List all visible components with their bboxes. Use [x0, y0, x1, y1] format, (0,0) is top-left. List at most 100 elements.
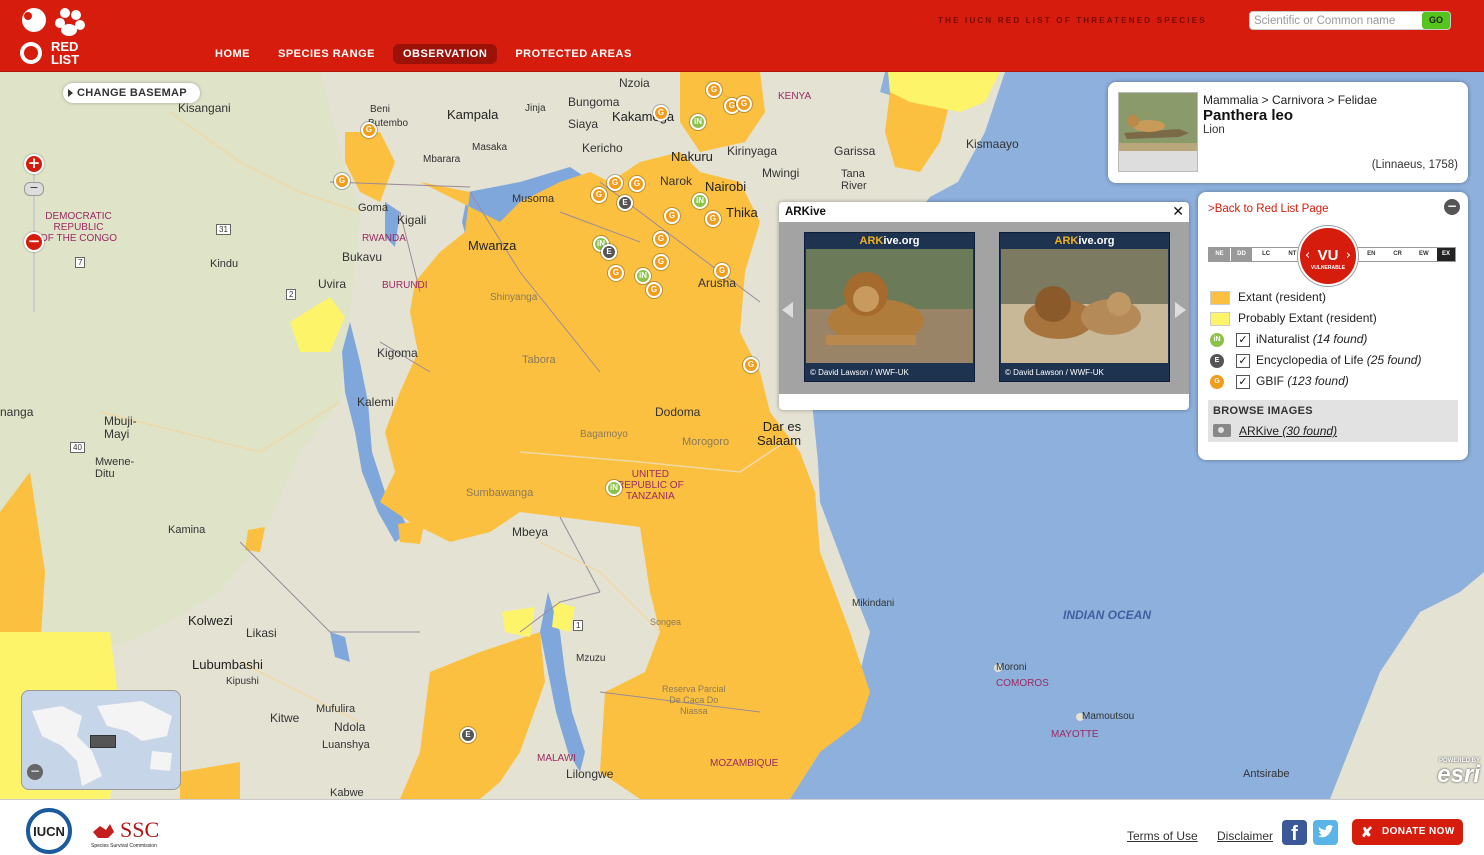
map-label-mamoutsou: Mamoutsou — [1082, 711, 1135, 722]
arkive-photo[interactable]: ARKive.org © David Lawson / WWF-UK — [999, 232, 1170, 382]
map-label-mozambique: MOZAMBIQUE — [710, 758, 779, 769]
nav-home[interactable]: HOME — [205, 44, 260, 64]
ssc-logo[interactable]: SSC Species Survival Commission — [90, 814, 182, 850]
photo-credit: © David Lawson / WWF-UK — [1005, 368, 1104, 377]
arkive-link-count: (30 found) — [1282, 424, 1338, 438]
terms-of-use-link[interactable]: Terms of Use — [1127, 829, 1198, 843]
gbif-marker[interactable]: G — [705, 211, 721, 227]
gallery-prev-arrow-icon[interactable] — [782, 302, 793, 318]
svg-text:LIST: LIST — [51, 52, 79, 66]
map-label-rwanda: RWANDA — [362, 233, 406, 244]
donate-button[interactable]: ✘ DONATE NOW — [1352, 819, 1463, 845]
map-label-shinyanga: Shinyanga — [490, 292, 538, 303]
nav-protected-areas[interactable]: PROTECTED AREAS — [505, 44, 642, 64]
arkive-popup: ARKive ✕ ARKive.org © David Lawson / WWF… — [779, 202, 1189, 410]
red-list-map-app: RED LIST THE IUCN RED LIST OF THREATENED… — [0, 0, 1484, 855]
status-label: VULNERABLE — [1310, 265, 1346, 271]
lion-photo — [1119, 93, 1197, 171]
gbif-marker[interactable]: G — [653, 105, 669, 121]
gbif-marker[interactable]: G — [714, 263, 730, 279]
inaturalist-marker[interactable]: iN — [692, 193, 708, 209]
map-label-kindu: Kindu — [210, 258, 239, 270]
arkive-link-label: ARKive — [1239, 424, 1280, 438]
map-label-moroni: Moroni — [996, 662, 1027, 673]
map-label-kamina: Kamina — [168, 524, 206, 536]
change-basemap-button[interactable]: CHANGE BASEMAP — [63, 83, 200, 103]
map-label-masaka: Masaka — [472, 142, 508, 153]
arkive-photo[interactable]: ARKive.org © David Lawson / WWF-UK — [804, 232, 975, 382]
zoom-out-button[interactable]: − — [24, 232, 44, 252]
gbif-checkbox[interactable]: ✓ — [1236, 374, 1250, 389]
road-marker-1: 1 — [573, 620, 584, 631]
map-label-kisangani: Kisangani — [178, 101, 231, 115]
gbif-marker[interactable]: G — [743, 357, 759, 373]
disclaimer-link[interactable]: Disclaimer — [1217, 829, 1273, 843]
category-ex: EX — [1436, 248, 1455, 261]
map-label-kirinyaga: Kirinyaga — [727, 144, 778, 158]
facebook-icon[interactable]: f — [1282, 820, 1307, 845]
eol-marker[interactable]: E — [460, 727, 476, 743]
eol-checkbox[interactable]: ✓ — [1236, 353, 1250, 368]
map-label-narok: Narok — [660, 174, 693, 188]
gbif-marker[interactable]: G — [334, 173, 350, 189]
eol-marker[interactable]: E — [617, 195, 633, 211]
nav-observation[interactable]: OBSERVATION — [392, 44, 498, 64]
gbif-marker[interactable]: G — [607, 175, 623, 191]
overview-map[interactable]: − — [21, 690, 181, 790]
close-icon[interactable]: ✕ — [1172, 204, 1184, 220]
eol-count: (25 found) — [1366, 353, 1422, 367]
zoom-in-button[interactable]: + — [24, 154, 44, 174]
twitter-icon[interactable] — [1313, 820, 1338, 845]
gbif-marker[interactable]: G — [591, 187, 607, 203]
inaturalist-marker[interactable]: iN — [606, 480, 622, 496]
map-label-lilongwe: Lilongwe — [566, 767, 614, 781]
map-label-beni: Beni — [370, 104, 391, 115]
gbif-marker[interactable]: G — [653, 254, 669, 270]
chevron-right-icon[interactable]: › — [1346, 248, 1351, 263]
species-thumbnail[interactable] — [1118, 92, 1198, 172]
camera-icon — [1213, 424, 1231, 437]
gbif-marker[interactable]: G — [646, 282, 662, 298]
nav-species-range[interactable]: SPECIES RANGE — [268, 44, 385, 64]
zoom-slider-thumb[interactable]: − — [24, 182, 44, 196]
inaturalist-marker[interactable]: iN — [635, 268, 651, 284]
inaturalist-marker[interactable]: iN — [690, 114, 706, 130]
esri-attribution[interactable]: POWERED BY esri — [1420, 758, 1480, 787]
gbif-marker[interactable]: G — [706, 82, 722, 98]
map-label-musoma: Musoma — [512, 193, 555, 205]
arkive-images-link[interactable]: ARKive (30 found) — [1239, 424, 1337, 438]
status-badge[interactable]: ‹ VU VULNERABLE › — [1298, 226, 1358, 286]
gallery-next-arrow-icon[interactable] — [1175, 302, 1186, 318]
gbif-marker[interactable]: G — [629, 176, 645, 192]
overview-extent-box[interactable] — [90, 735, 116, 748]
map-label-arusha: Arusha — [698, 276, 737, 290]
search-input[interactable] — [1254, 13, 1422, 29]
gbif-marker[interactable]: G — [361, 122, 377, 138]
road-marker-40: 40 — [70, 442, 85, 453]
gbif-marker[interactable]: G — [653, 231, 669, 247]
map-label-drc: DEMOCRATIC REPUBLIC OF THE CONGO — [40, 211, 118, 244]
overview-collapse-button[interactable]: − — [27, 764, 43, 780]
road-marker-2: 2 — [286, 289, 297, 300]
back-to-red-list-link[interactable]: >Back to Red List Page — [1208, 203, 1329, 215]
map-label-kalemi: Kalemi — [357, 395, 394, 409]
gbif-marker[interactable]: G — [664, 208, 680, 224]
svg-text:IUCN: IUCN — [33, 824, 65, 839]
map-label-lubumbashi: Lubumbashi — [192, 657, 263, 672]
map-label-kigali: Kigali — [397, 213, 427, 227]
inaturalist-checkbox[interactable]: ✓ — [1236, 332, 1250, 347]
map-label-mzuzu: Mzuzu — [576, 653, 606, 664]
search-go-button[interactable]: GO — [1422, 12, 1450, 29]
gbif-label: GBIF — [1256, 374, 1285, 388]
category-en: EN — [1367, 251, 1376, 257]
map-label-sumbawanga: Sumbawanga — [466, 487, 534, 499]
header-bar: RED LIST THE IUCN RED LIST OF THREATENED… — [0, 0, 1484, 72]
iucn-logo[interactable]: IUCN — [23, 808, 75, 854]
browse-images-title: BROWSE IMAGES — [1213, 405, 1313, 417]
red-list-logo[interactable]: RED LIST — [18, 6, 90, 66]
gbif-marker[interactable]: G — [608, 265, 624, 281]
map-label-likasi: Likasi — [246, 626, 277, 640]
eol-marker[interactable]: E — [601, 244, 617, 260]
gbif-marker[interactable]: G — [736, 96, 752, 112]
panel-collapse-button[interactable]: − — [1444, 199, 1460, 215]
